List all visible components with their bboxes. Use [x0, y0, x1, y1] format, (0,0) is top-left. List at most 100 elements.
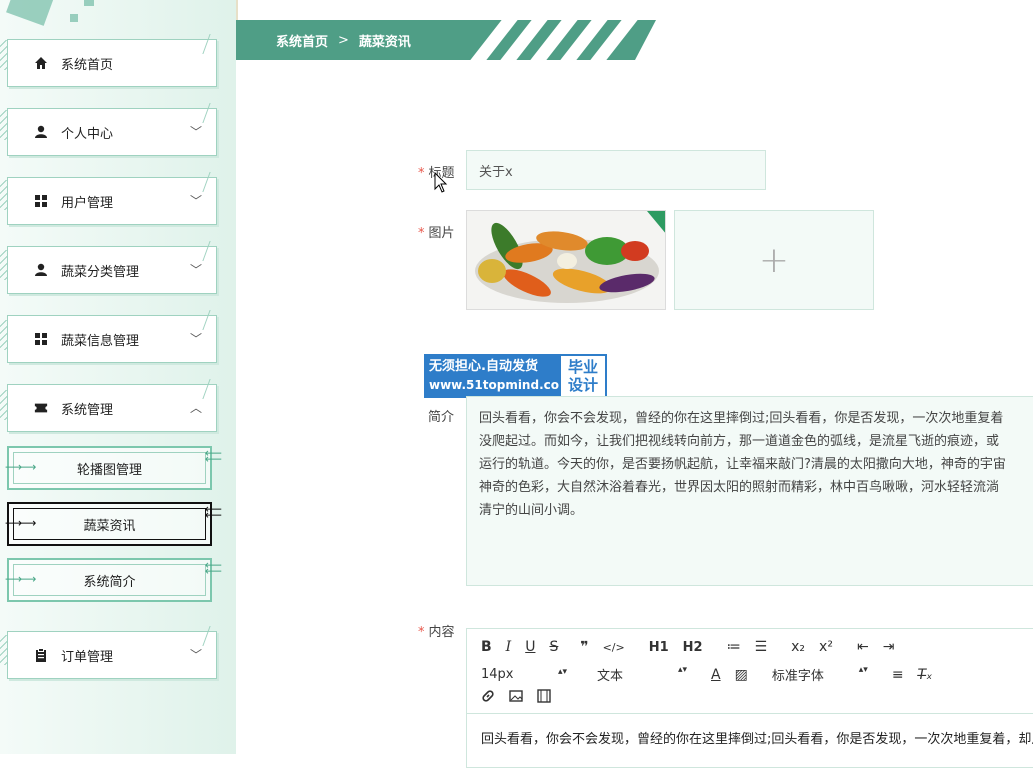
chevron-down-icon: ﹀	[189, 332, 202, 346]
grid-icon	[34, 332, 48, 346]
image-label: * 图片	[418, 226, 455, 241]
block-type-select[interactable]: 文本 ▴▾	[597, 665, 687, 684]
required-mark: *	[418, 226, 425, 241]
watermark-url: www.51topmind.com	[429, 378, 572, 392]
superscript-button[interactable]: x²	[819, 639, 833, 655]
image-icon[interactable]	[509, 689, 523, 707]
breadcrumb-home[interactable]: 系统首页	[276, 31, 328, 50]
code-block-button[interactable]: </>	[603, 641, 625, 654]
description-line: 没爬起过。而如今，让我们把视线转向前方，那一道道金色的弧线，是流星飞逝的痕迹，或	[479, 434, 1000, 449]
underline-button[interactable]: U	[525, 639, 535, 655]
bold-button[interactable]: B	[481, 639, 492, 655]
description-line: 运行的轨道。今天的你，是否要扬帆起航，让幸福来敲门?清晨的太阳撒向大地，神奇的宇…	[479, 457, 1006, 472]
sidebar-item-label: 系统管理	[61, 402, 114, 418]
decor-stripe	[202, 34, 224, 54]
editor-toolbar-row3	[481, 689, 565, 707]
bullet-list-button[interactable]: ☰	[755, 639, 768, 655]
description-textarea[interactable]: 回头看看，你会不会发现，曾经的你在这里摔倒过;回头看看，你是否发现，一次次地重复…	[466, 396, 1033, 586]
clear-format-icon[interactable]: T̶ₓ	[918, 667, 933, 683]
arrow-right-icon: ⟶⟶	[5, 460, 36, 474]
sidebar-item-label: 蔬菜信息管理	[61, 333, 140, 349]
font-size-select[interactable]: 14px ▴▾	[481, 667, 567, 682]
chevron-down-icon: ﹀	[189, 648, 202, 662]
sidebar-subitem-vegetable-news[interactable]: ⟶⟶ 蔬菜资讯 ⟵ ⟵	[5, 502, 222, 546]
heading2-button[interactable]: H2	[683, 640, 703, 655]
image-upload-button[interactable]: +	[674, 210, 874, 310]
decor-stripe	[202, 241, 224, 261]
font-family-select[interactable]: 标准字体 ▴▾	[772, 665, 868, 684]
decor-square	[84, 0, 94, 6]
subscript-button[interactable]: x₂	[791, 639, 805, 655]
subitem-frame	[13, 564, 206, 596]
required-mark: *	[418, 166, 425, 181]
description-label: 简介	[428, 410, 455, 425]
indent-button[interactable]: ⇥	[883, 639, 895, 655]
arrow-left-icon: ⟵ ⟵	[204, 446, 222, 466]
home-icon	[34, 56, 48, 70]
arrow-left-icon: ⟵ ⟵	[204, 502, 222, 522]
watermark-line1: 无须担心.自动发货	[429, 359, 538, 374]
chevron-down-icon: ﹀	[189, 263, 202, 277]
description-line: 神奇的色彩，大自然沐浴着春光，世界因太阳的照射而精彩，林中百鸟啾啾，河水轻轻流淌	[479, 480, 1000, 495]
sidebar-item-user-management[interactable]: 用户管理 ﹀	[7, 172, 224, 225]
ordered-list-button[interactable]: ≔	[727, 639, 741, 655]
title-input[interactable]: 关于x	[466, 150, 766, 190]
clipboard-icon	[34, 648, 48, 662]
watermark: 无须担心.自动发货 www.51topmind.com 毕业 设计	[424, 354, 607, 398]
watermark-text: 无须担心.自动发货 www.51topmind.com	[424, 354, 572, 398]
decor-stripe	[202, 379, 224, 399]
select-arrows-icon: ▴▾	[557, 667, 567, 677]
font-size-value: 14px	[481, 667, 514, 682]
sidebar-item-home[interactable]: 系统首页	[7, 34, 224, 87]
outdent-button[interactable]: ⇤	[857, 639, 869, 655]
font-color-icon[interactable]: A	[711, 667, 721, 683]
chevron-up-icon: ︿	[189, 401, 202, 415]
subitem-frame	[13, 452, 206, 484]
sidebar-item-vegetable-category[interactable]: 蔬菜分类管理 ﹀	[7, 241, 224, 294]
ticket-icon	[34, 401, 48, 415]
video-icon[interactable]	[537, 689, 551, 707]
arrow-right-icon: ⟶⟶	[5, 516, 36, 530]
subitem-frame	[13, 508, 206, 540]
decor-stripe	[202, 103, 224, 123]
sidebar-subitem-carousel[interactable]: ⟶⟶ 轮播图管理 ⟵ ⟵	[5, 446, 222, 490]
rich-text-editor[interactable]: B I U S ❞ </> H1 H2 ≔ ☰ x₂ x² ⇤ ⇥ 14px ▴▾…	[466, 628, 1033, 768]
required-mark: *	[418, 625, 425, 640]
block-type-value: 文本	[597, 669, 624, 684]
decor-stripe	[202, 172, 224, 192]
chevron-down-icon: ﹀	[189, 194, 202, 208]
title-input-value: 关于x	[479, 164, 513, 180]
sidebar-item-label: 用户管理	[61, 195, 114, 211]
arrow-left-icon: ⟵ ⟵	[204, 558, 222, 578]
user-icon	[34, 125, 48, 139]
sidebar-item-label: 个人中心	[61, 126, 114, 142]
content-label: * 内容	[418, 625, 455, 640]
link-icon[interactable]	[481, 689, 495, 707]
italic-button[interactable]: I	[506, 639, 512, 655]
font-family-value: 标准字体	[771, 669, 824, 684]
select-arrows-icon: ▴▾	[858, 665, 868, 675]
sidebar-item-vegetable-info[interactable]: 蔬菜信息管理 ﹀	[7, 310, 224, 363]
watermark-badge: 毕业 设计	[559, 354, 607, 398]
sidebar-item-order-management[interactable]: 订单管理 ﹀	[7, 626, 224, 679]
breadcrumb-separator: >	[338, 32, 349, 48]
sidebar-item-label: 订单管理	[61, 649, 114, 665]
watermark-badge2: 设计	[567, 376, 598, 394]
align-icon[interactable]: ≡	[892, 667, 904, 683]
decor-square	[6, 0, 54, 26]
decor-stripe	[202, 626, 224, 646]
arrow-right-icon: ⟶⟶	[5, 572, 36, 586]
background-color-icon[interactable]: ▨	[735, 667, 748, 683]
vegetable-image[interactable]	[466, 210, 666, 310]
user-icon	[34, 263, 48, 277]
mouse-cursor-icon	[434, 172, 448, 193]
heading1-button[interactable]: H1	[649, 640, 669, 655]
sidebar-item-label: 系统首页	[61, 57, 114, 73]
strikethrough-button[interactable]: S	[549, 639, 558, 655]
sidebar-subitem-system-intro[interactable]: ⟶⟶ 系统简介 ⟵ ⟵	[5, 558, 222, 602]
watermark-badge1: 毕业	[567, 358, 598, 376]
sidebar-item-personal-center[interactable]: 个人中心 ﹀	[7, 103, 224, 156]
blockquote-button[interactable]: ❞	[580, 639, 588, 655]
sidebar: 系统首页 个人中心 ﹀ 用户管理 ﹀ 蔬菜分类管理 ﹀ 蔬菜信息管理 ﹀ 系统管…	[0, 0, 236, 754]
sidebar-item-system-management[interactable]: 系统管理 ︿	[7, 379, 224, 432]
